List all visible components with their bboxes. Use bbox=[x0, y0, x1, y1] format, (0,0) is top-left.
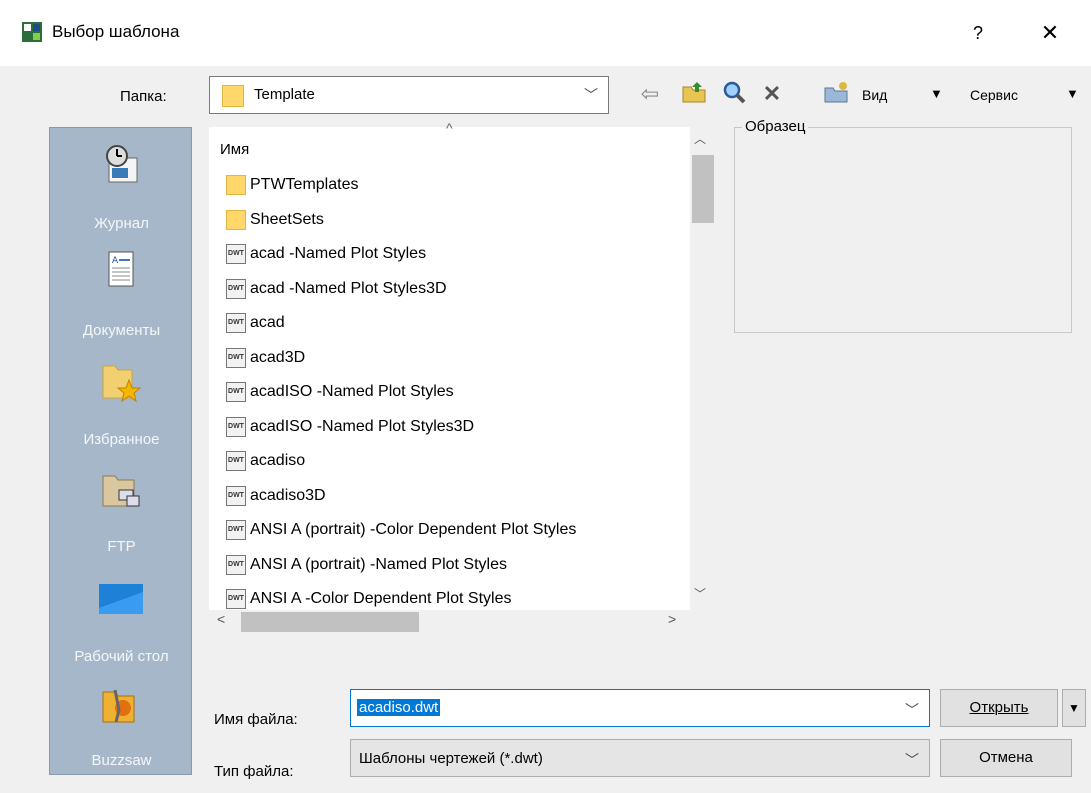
file-name: acad -Named Plot Styles bbox=[250, 245, 427, 262]
autocad-app-icon bbox=[22, 22, 42, 42]
help-button[interactable]: ? bbox=[958, 16, 998, 50]
delete-icon[interactable]: ✕ bbox=[758, 80, 786, 108]
service-dropdown-arrow-icon[interactable]: ▼ bbox=[1066, 86, 1079, 101]
open-dropdown-arrow-icon[interactable]: ▼ bbox=[1062, 689, 1086, 727]
sort-arrow-icon: ^ bbox=[446, 120, 453, 136]
search-icon[interactable] bbox=[720, 80, 748, 108]
name-column-header[interactable]: Имя bbox=[220, 141, 249, 158]
filetype-select[interactable]: Шаблоны чертежей (*.dwt) ﹀ bbox=[350, 739, 930, 777]
folder-icon bbox=[222, 85, 244, 107]
scroll-right-icon[interactable]: > bbox=[668, 611, 676, 627]
chevron-down-icon[interactable]: ﹀ bbox=[905, 750, 919, 770]
up-folder-icon[interactable] bbox=[680, 80, 708, 108]
file-list-item[interactable]: DWT acad3D bbox=[226, 348, 690, 372]
window-title: Выбор шаблона bbox=[52, 22, 180, 41]
folder-icon bbox=[226, 175, 246, 195]
dwt-file-icon: DWT bbox=[226, 486, 246, 506]
place-buzzsaw[interactable]: Buzzsaw bbox=[50, 752, 193, 769]
file-name: PTWTemplates bbox=[250, 176, 359, 193]
file-list-item[interactable]: DWT ANSI A (portrait) -Named Plot Styles bbox=[226, 555, 690, 579]
file-list-item[interactable]: SheetSets bbox=[226, 210, 690, 234]
dwt-file-icon: DWT bbox=[226, 244, 246, 264]
place-desktop[interactable]: Рабочий стол bbox=[50, 648, 193, 665]
folder-value: Template bbox=[254, 86, 315, 103]
file-name: acadISO -Named Plot Styles3D bbox=[250, 418, 475, 435]
file-name: acadiso3D bbox=[250, 487, 326, 504]
service-menu[interactable]: Сервис bbox=[970, 87, 1018, 103]
favorites-icon[interactable] bbox=[99, 360, 143, 404]
file-name: ANSI A (portrait) -Named Plot Styles bbox=[250, 556, 507, 573]
file-list-item[interactable]: PTWTemplates bbox=[226, 175, 690, 199]
buzzsaw-icon[interactable] bbox=[99, 684, 143, 728]
folder-dropdown[interactable]: Template ﹀ bbox=[209, 76, 609, 114]
file-name: acad bbox=[250, 314, 285, 331]
file-name: acadiso bbox=[250, 452, 306, 469]
close-button[interactable]: ✕ bbox=[1030, 16, 1070, 50]
preview-box bbox=[734, 127, 1072, 333]
desktop-icon[interactable] bbox=[99, 578, 143, 622]
dwt-file-icon: DWT bbox=[226, 348, 246, 368]
new-folder-icon[interactable] bbox=[822, 80, 850, 108]
file-list-item[interactable]: DWT acadISO -Named Plot Styles3D bbox=[226, 417, 690, 441]
dwt-file-icon: DWT bbox=[226, 279, 246, 299]
scroll-left-icon[interactable]: < bbox=[217, 611, 225, 627]
file-name: acad3D bbox=[250, 349, 306, 366]
file-list-item[interactable]: DWT acadISO -Named Plot Styles bbox=[226, 382, 690, 406]
filename-input[interactable]: acadiso.dwt ﹀ bbox=[350, 689, 930, 727]
file-name: ANSI A -Color Dependent Plot Styles bbox=[250, 590, 512, 607]
filename-value: acadiso.dwt bbox=[357, 699, 441, 716]
open-button[interactable]: Открыть bbox=[940, 689, 1058, 727]
places-sidebar: Журнал A Документы Избранное FTP Рабочий… bbox=[49, 127, 192, 775]
history-icon[interactable] bbox=[99, 142, 143, 186]
dwt-file-icon: DWT bbox=[226, 555, 246, 575]
dwt-file-icon: DWT bbox=[226, 313, 246, 333]
dwt-file-icon: DWT bbox=[226, 417, 246, 437]
scroll-up-icon[interactable]: ︿ bbox=[694, 130, 706, 147]
file-name: acadISO -Named Plot Styles bbox=[250, 383, 454, 400]
svg-text:A: A bbox=[112, 256, 119, 266]
file-list-item[interactable]: DWT acad bbox=[226, 313, 690, 337]
file-name: ANSI A (portrait) -Color Dependent Plot … bbox=[250, 521, 577, 538]
place-documents[interactable]: Документы bbox=[50, 322, 193, 339]
folder-icon bbox=[226, 210, 246, 230]
place-history[interactable]: Журнал bbox=[50, 215, 193, 232]
scroll-down-icon[interactable]: ﹀ bbox=[694, 585, 706, 602]
place-ftp[interactable]: FTP bbox=[50, 538, 193, 555]
view-menu[interactable]: Вид bbox=[862, 87, 887, 103]
preview-label: Образец bbox=[742, 118, 809, 135]
dwt-file-icon: DWT bbox=[226, 589, 246, 609]
back-arrow-icon[interactable]: ⇦ bbox=[636, 80, 664, 108]
place-favorites[interactable]: Избранное bbox=[50, 431, 193, 448]
ftp-icon[interactable] bbox=[99, 468, 143, 512]
dwt-file-icon: DWT bbox=[226, 382, 246, 402]
horizontal-scroll-thumb[interactable] bbox=[241, 612, 419, 632]
file-list-item[interactable]: DWT acad -Named Plot Styles3D bbox=[226, 279, 690, 303]
file-list-item[interactable]: DWT acadiso bbox=[226, 451, 690, 475]
dwt-file-icon: DWT bbox=[226, 520, 246, 540]
file-list-item[interactable]: DWT acadiso3D bbox=[226, 486, 690, 510]
open-button-label: Открыть bbox=[969, 699, 1029, 716]
cancel-button[interactable]: Отмена bbox=[940, 739, 1072, 777]
dwt-file-icon: DWT bbox=[226, 451, 246, 471]
filetype-label: Тип файла: bbox=[214, 763, 294, 780]
filename-label: Имя файла: bbox=[214, 711, 298, 728]
filetype-value: Шаблоны чертежей (*.dwt) bbox=[359, 750, 543, 767]
file-name: acad -Named Plot Styles3D bbox=[250, 280, 447, 297]
folder-label: Папка: bbox=[120, 88, 167, 105]
file-list-item[interactable]: DWT acad -Named Plot Styles bbox=[226, 244, 690, 268]
vertical-scroll-thumb[interactable] bbox=[692, 155, 714, 223]
file-list-item[interactable]: DWT ANSI A (portrait) -Color Dependent Pl… bbox=[226, 520, 690, 544]
file-name: SheetSets bbox=[250, 211, 324, 228]
view-dropdown-arrow-icon[interactable]: ▼ bbox=[930, 86, 943, 101]
chevron-down-icon: ﹀ bbox=[584, 87, 598, 103]
documents-icon[interactable]: A bbox=[99, 248, 143, 292]
chevron-down-icon[interactable]: ﹀ bbox=[905, 700, 919, 720]
